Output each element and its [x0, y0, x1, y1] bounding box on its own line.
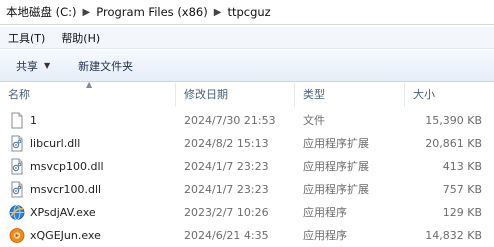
file-type: 应用程序	[303, 206, 347, 219]
breadcrumb-folder[interactable]: ttpcguz	[223, 5, 274, 19]
file-size: 413 KB	[442, 160, 482, 173]
menu-help[interactable]: 帮助(H)	[53, 30, 108, 46]
dll-icon	[11, 158, 23, 175]
share-label: 共享	[16, 59, 38, 73]
file-icon	[11, 112, 23, 129]
file-modified: 2024/7/30 21:53	[184, 114, 276, 127]
file-row[interactable]: libcurl.dll 2024/8/2 15:13 应用程序扩展 20,861…	[0, 132, 494, 155]
column-header-name[interactable]: 名称	[0, 83, 176, 107]
file-size: 129 KB	[442, 206, 482, 219]
file-row[interactable]: XPsdjAV.exe 2023/2/7 10:26 应用程序 129 KB	[0, 201, 494, 224]
file-type: 应用程序扩展	[303, 137, 369, 150]
file-size: 15,390 KB	[425, 114, 482, 127]
column-header-row: ▲ 名称 修改日期 类型 大小	[0, 80, 494, 107]
file-size: 20,861 KB	[425, 137, 482, 150]
column-header-modified[interactable]: 修改日期	[176, 83, 295, 107]
new-folder-label: 新建文件夹	[78, 59, 134, 73]
menu-bar: 工具(T) 帮助(H)	[0, 27, 494, 49]
file-modified: 2024/1/7 23:23	[184, 160, 269, 173]
file-modified: 2023/2/7 10:26	[184, 206, 269, 219]
file-modified: 2024/8/2 15:13	[184, 137, 269, 150]
file-name: 1	[30, 114, 37, 127]
file-name: msvcr100.dll	[30, 183, 102, 196]
file-size: 757 KB	[442, 183, 482, 196]
file-row[interactable]: 1 2024/7/30 21:53 文件 15,390 KB	[0, 109, 494, 132]
file-type: 文件	[303, 114, 325, 127]
file-modified: 2024/1/7 23:23	[184, 183, 269, 196]
breadcrumb-separator-icon[interactable]: ▶	[212, 7, 224, 18]
file-type: 应用程序	[303, 229, 347, 242]
command-toolbar: 共享 ▼ 新建文件夹	[0, 50, 494, 82]
address-bar[interactable]: 本地磁盘 (C:) ▶ Program Files (x86) ▶ ttpcgu…	[0, 0, 494, 25]
breadcrumb-drive[interactable]: 本地磁盘 (C:)	[2, 4, 81, 20]
file-row[interactable]: xQGEJun.exe 2024/6/21 4:35 应用程序 14,832 K…	[0, 224, 494, 247]
breadcrumb-program-files[interactable]: Program Files (x86)	[92, 5, 211, 19]
menu-tools[interactable]: 工具(T)	[0, 30, 53, 46]
exe-orange-icon	[9, 228, 25, 243]
dll-icon	[11, 135, 23, 152]
file-name: libcurl.dll	[30, 137, 81, 150]
column-header-type[interactable]: 类型	[295, 83, 405, 107]
new-folder-button[interactable]: 新建文件夹	[78, 58, 133, 74]
file-row[interactable]: msvcr100.dll 2024/1/7 23:23 应用程序扩展 757 K…	[0, 178, 494, 201]
file-modified: 2024/6/21 4:35	[184, 229, 269, 242]
column-header-size[interactable]: 大小	[405, 83, 494, 107]
share-button[interactable]: 共享 ▼	[16, 58, 50, 74]
file-name: msvcp100.dll	[30, 160, 104, 173]
file-name: xQGEJun.exe	[30, 229, 101, 242]
breadcrumb-separator-icon[interactable]: ▶	[81, 7, 93, 18]
file-list: 1 2024/7/30 21:53 文件 15,390 KB libcurl.d…	[0, 109, 494, 247]
chevron-down-icon: ▼	[44, 61, 51, 70]
dll-icon	[11, 181, 23, 198]
exe-globe-icon	[9, 205, 25, 220]
file-type: 应用程序扩展	[303, 183, 369, 196]
file-name: XPsdjAV.exe	[30, 206, 96, 219]
file-row[interactable]: msvcp100.dll 2024/1/7 23:23 应用程序扩展 413 K…	[0, 155, 494, 178]
file-size: 14,832 KB	[425, 229, 482, 242]
file-type: 应用程序扩展	[303, 160, 369, 173]
